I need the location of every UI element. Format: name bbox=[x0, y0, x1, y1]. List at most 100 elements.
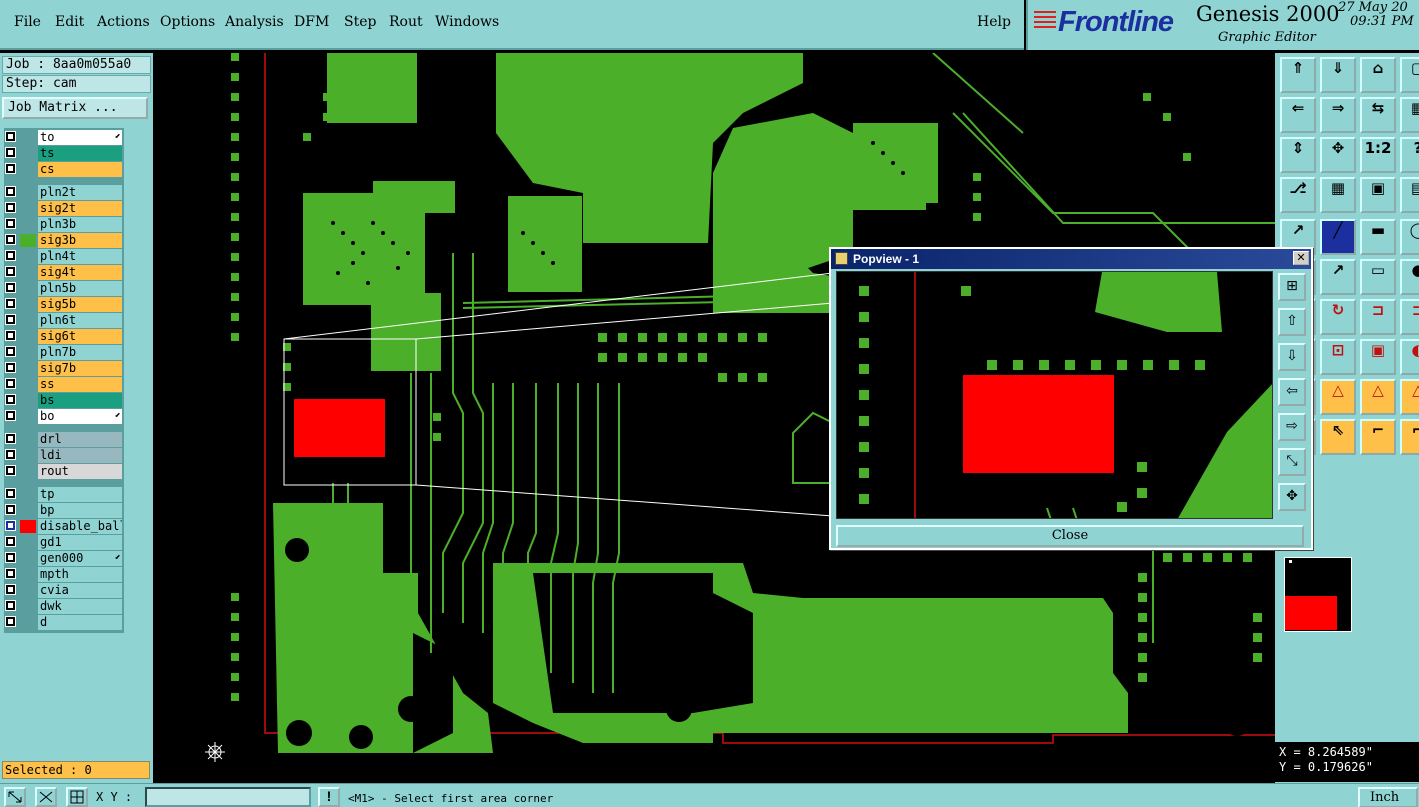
layer-active-swatch[interactable] bbox=[20, 298, 36, 311]
layer-name[interactable]: ldi bbox=[38, 448, 122, 463]
layer-checkbox[interactable] bbox=[5, 282, 16, 293]
layer-active-swatch[interactable] bbox=[20, 330, 36, 343]
layer-checkbox[interactable] bbox=[5, 584, 16, 595]
layer-name[interactable]: ts bbox=[38, 146, 122, 161]
pv-right-icon[interactable]: ⇨ bbox=[1278, 413, 1306, 441]
layer-name[interactable]: sig4t bbox=[38, 265, 122, 280]
layer-checkbox[interactable] bbox=[5, 266, 16, 277]
layer-active-swatch[interactable] bbox=[20, 433, 36, 446]
layer-checkbox[interactable] bbox=[5, 330, 16, 341]
layer-row-ldi[interactable]: ldi bbox=[4, 448, 122, 463]
layer-active-swatch[interactable] bbox=[20, 282, 36, 295]
layer-row-sig6t[interactable]: sig6t bbox=[4, 329, 122, 344]
layer-name[interactable]: sig7b bbox=[38, 361, 122, 376]
menu-actions[interactable]: Actions bbox=[97, 14, 150, 30]
pv-center-icon[interactable]: ✥ bbox=[1278, 483, 1306, 511]
layer-active-swatch[interactable] bbox=[20, 218, 36, 231]
layer-active-swatch[interactable] bbox=[20, 568, 36, 581]
layer-row-pln5b[interactable]: pln5b bbox=[4, 281, 122, 296]
pan-icon[interactable]: ◐ bbox=[1400, 339, 1419, 375]
link-icon[interactable]: ⎇ bbox=[1280, 177, 1316, 213]
layer-row-pln7b[interactable]: pln7b bbox=[4, 345, 122, 360]
layer-checkbox[interactable] bbox=[5, 394, 16, 405]
job-matrix-button[interactable]: Job Matrix ... bbox=[2, 97, 148, 119]
grid-icon[interactable] bbox=[66, 787, 88, 807]
layer-name[interactable]: to ⬋ bbox=[38, 130, 122, 145]
bracket-icon[interactable]: ⊐ bbox=[1360, 299, 1396, 335]
menu-analysis[interactable]: Analysis bbox=[225, 14, 284, 30]
move-down-icon[interactable]: ⇓ bbox=[1320, 57, 1356, 93]
layer-checkbox[interactable] bbox=[5, 147, 16, 158]
layer-checkbox[interactable] bbox=[5, 536, 16, 547]
menu-file[interactable]: File bbox=[14, 14, 41, 30]
layer-checkbox[interactable] bbox=[5, 314, 16, 325]
layer-row-sig5b[interactable]: sig5b bbox=[4, 297, 122, 312]
layer-row-to[interactable]: to ⬋ bbox=[4, 130, 122, 145]
close-icon[interactable]: ✕ bbox=[1293, 251, 1309, 265]
layer-checkbox[interactable] bbox=[5, 362, 16, 373]
layer-checkbox[interactable] bbox=[5, 163, 16, 174]
menu-dfm[interactable]: DFM bbox=[294, 14, 329, 30]
layer-name[interactable]: cvia bbox=[38, 583, 122, 598]
layer-name[interactable]: pln2t bbox=[38, 185, 122, 200]
layer-active-swatch[interactable] bbox=[20, 266, 36, 279]
layer-active-swatch[interactable] bbox=[20, 314, 36, 327]
popview-close-button[interactable]: Close bbox=[836, 525, 1304, 547]
layer-active-swatch[interactable] bbox=[20, 163, 36, 176]
layer-checkbox[interactable] bbox=[5, 250, 16, 261]
layer-row-d[interactable]: d bbox=[4, 615, 122, 630]
stairs-icon[interactable]: ⌐ bbox=[1360, 419, 1396, 455]
layer-checkbox[interactable] bbox=[5, 298, 16, 309]
layer-checkbox[interactable] bbox=[5, 433, 16, 444]
layer-active-swatch[interactable] bbox=[20, 394, 36, 407]
layer-row-sig2t[interactable]: sig2t bbox=[4, 201, 122, 216]
layer-active-swatch[interactable] bbox=[20, 504, 36, 517]
triangle-edit-icon[interactable]: △ bbox=[1360, 379, 1396, 415]
route-icon[interactable]: ⊐ bbox=[1400, 299, 1419, 335]
layer-active-swatch[interactable] bbox=[20, 449, 36, 462]
surface-icon[interactable]: ▭ bbox=[1360, 259, 1396, 295]
warning-icon[interactable]: ! bbox=[318, 787, 340, 807]
ruler-icon[interactable]: ▬ bbox=[1360, 219, 1396, 255]
layer-name[interactable]: sig3b bbox=[38, 233, 122, 248]
layer-name[interactable]: d bbox=[38, 615, 122, 630]
layer-active-swatch[interactable] bbox=[20, 584, 36, 597]
layer-active-swatch[interactable] bbox=[20, 234, 36, 247]
layer-name[interactable]: gd1 bbox=[38, 535, 122, 550]
layer-row-ss[interactable]: ss bbox=[4, 377, 122, 392]
layer-checkbox[interactable] bbox=[5, 131, 16, 142]
layer-icon[interactable]: ▣ bbox=[1360, 177, 1396, 213]
layer-checkbox[interactable] bbox=[5, 520, 16, 531]
layer-name[interactable]: cs bbox=[38, 162, 122, 177]
pv-down-icon[interactable]: ⇩ bbox=[1278, 343, 1306, 371]
zoom-in-icon[interactable]: ⇕ bbox=[1280, 137, 1316, 173]
menu-rout[interactable]: Rout bbox=[389, 14, 423, 30]
layer-checkbox[interactable] bbox=[5, 552, 16, 563]
layer-active-swatch[interactable] bbox=[20, 346, 36, 359]
layer-checkbox[interactable] bbox=[5, 346, 16, 357]
line-icon[interactable]: ╱ bbox=[1320, 219, 1356, 255]
pv-zoom-fit-icon[interactable]: ⊞ bbox=[1278, 273, 1306, 301]
fill-icon[interactable]: ▦ bbox=[1400, 97, 1419, 133]
overview-minimap[interactable] bbox=[1284, 557, 1352, 632]
layer-active-swatch[interactable] bbox=[20, 410, 36, 423]
units-toggle[interactable]: Inch bbox=[1358, 787, 1418, 807]
layer-active-swatch[interactable] bbox=[20, 131, 36, 144]
layer-row-sig4t[interactable]: sig4t bbox=[4, 265, 122, 280]
layer-name[interactable]: dwk bbox=[38, 599, 122, 614]
layer-row-gd1[interactable]: gd1 bbox=[4, 535, 122, 550]
zoom-center-icon[interactable]: ✥ bbox=[1320, 137, 1356, 173]
grid-toggle-icon[interactable]: ▦ bbox=[1320, 177, 1356, 213]
layer-row-cvia[interactable]: cvia bbox=[4, 583, 122, 598]
help-icon[interactable]: ? bbox=[1400, 137, 1419, 173]
layer-name[interactable]: drl bbox=[38, 432, 122, 447]
layer-active-swatch[interactable] bbox=[20, 465, 36, 478]
layer-active-swatch[interactable] bbox=[20, 600, 36, 613]
layer-name[interactable]: rout bbox=[38, 464, 122, 479]
layer-row-cs[interactable]: cs bbox=[4, 162, 122, 177]
layer-name[interactable]: sig5b bbox=[38, 297, 122, 312]
layer-name[interactable]: bp bbox=[38, 503, 122, 518]
popview-canvas[interactable] bbox=[836, 271, 1273, 519]
layer-active-swatch[interactable] bbox=[20, 488, 36, 501]
xy-input[interactable] bbox=[145, 787, 311, 807]
